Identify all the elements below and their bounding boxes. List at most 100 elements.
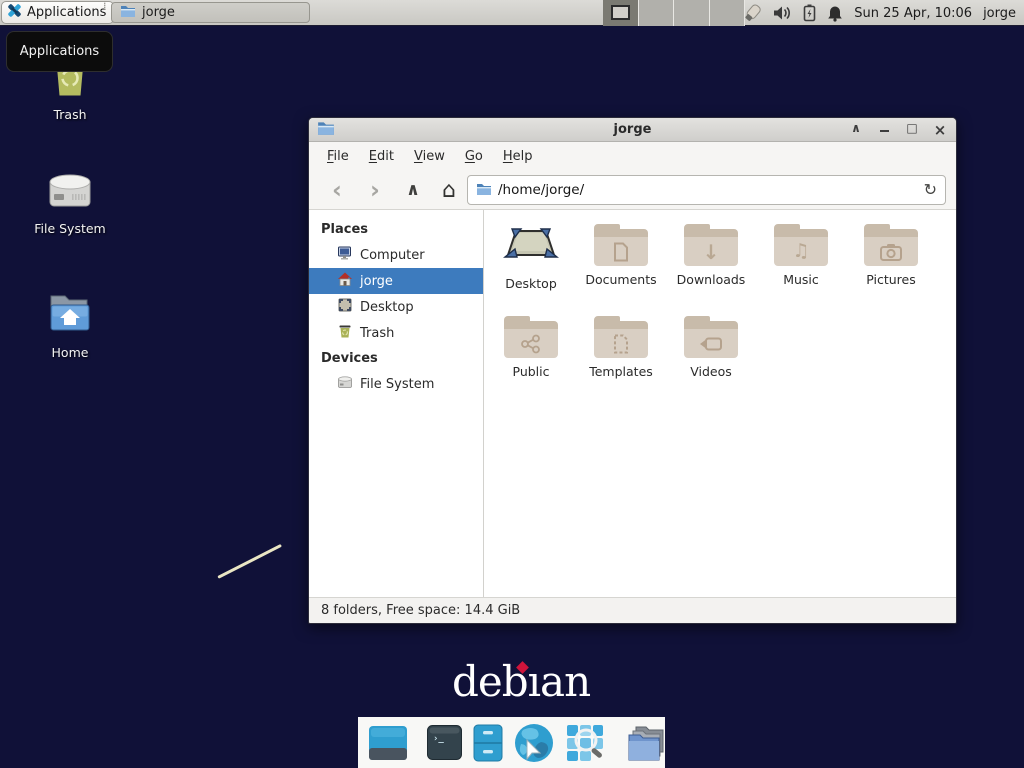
file-item-label: Music: [783, 272, 819, 287]
toolbar: ‹ › ∧ ⌂ /home/jorge/ ↻: [309, 170, 956, 210]
home-button[interactable]: ⌂: [434, 170, 464, 210]
menu-file[interactable]: File: [317, 145, 359, 168]
sidebar-item-trash[interactable]: Trash: [309, 320, 483, 346]
taskbar-window-button[interactable]: jorge: [111, 2, 310, 23]
web-browser-launcher[interactable]: [513, 722, 555, 764]
workspace-1[interactable]: [603, 0, 639, 26]
file-manager-window: jorge ∧ □ × File Edit View Go Help ‹ › ∧…: [308, 117, 957, 624]
sidebar-item-label: Desktop: [360, 300, 414, 315]
workspace-2[interactable]: [639, 0, 675, 26]
up-button[interactable]: ∧: [398, 170, 428, 210]
username-indicator[interactable]: jorge: [983, 6, 1016, 21]
volume-icon[interactable]: [773, 5, 792, 21]
terminal-launcher[interactable]: ›_: [426, 724, 463, 761]
desktop-icon-label: Trash: [53, 107, 86, 122]
folder-templates-icon: [594, 316, 648, 358]
application-finder-launcher[interactable]: [564, 722, 606, 764]
home-folder-icon: [47, 290, 93, 340]
folder-music-icon: ♫: [774, 224, 828, 266]
folder-public-icon: [504, 316, 558, 358]
menu-view[interactable]: View: [404, 145, 455, 168]
menu-edit[interactable]: Edit: [359, 145, 404, 168]
file-item-label: Pictures: [866, 272, 916, 287]
folder-pictures-icon: [864, 224, 918, 266]
file-item-label: Documents: [585, 272, 656, 287]
sidebar-item-label: Trash: [360, 326, 394, 341]
workspace-switcher: [603, 0, 745, 26]
file-item-music[interactable]: ♫ Music: [756, 224, 846, 316]
location-bar[interactable]: /home/jorge/ ↻: [467, 175, 946, 205]
file-item-templates[interactable]: Templates: [576, 316, 666, 408]
sidebar-item-label: jorge: [360, 274, 393, 289]
file-item-downloads[interactable]: ↓ Downloads: [666, 224, 756, 316]
status-text: 8 folders, Free space: 14.4 GiB: [321, 603, 520, 618]
trash-icon: [337, 323, 353, 343]
debian-logo: debıan: [452, 660, 592, 708]
file-item-label: Videos: [690, 364, 732, 379]
hard-drive-icon: [46, 170, 94, 216]
sidebar-item-label: File System: [360, 377, 434, 392]
file-item-pictures[interactable]: Pictures: [846, 224, 936, 316]
sidebar-item-file-system[interactable]: File System: [309, 371, 483, 397]
desktop-icon-home[interactable]: Home: [15, 290, 125, 360]
maximize-button[interactable]: □: [904, 121, 920, 139]
minimize-button[interactable]: [876, 121, 892, 139]
location-path[interactable]: /home/jorge/: [498, 182, 584, 198]
desktop-pencil-stroke: [217, 544, 282, 579]
svg-text:›_: ›_: [433, 734, 444, 744]
panel-handle[interactable]: ⁞: [103, 4, 107, 10]
home-icon: [337, 271, 353, 291]
forward-button[interactable]: ›: [360, 170, 390, 210]
taskbar-window-label: jorge: [142, 5, 175, 20]
folder-icon: [120, 4, 136, 22]
desktop-icon: [337, 297, 353, 317]
shade-button[interactable]: ∧: [848, 121, 864, 139]
menu-go[interactable]: Go: [455, 145, 493, 168]
close-button[interactable]: ×: [932, 121, 948, 139]
file-manager-launcher[interactable]: [472, 723, 504, 763]
sidebar-item-label: Computer: [360, 248, 425, 263]
window-titlebar[interactable]: jorge ∧ □ ×: [309, 118, 956, 142]
folder-downloads-icon: ↓: [684, 224, 738, 266]
path-folder-icon: [476, 181, 492, 200]
top-panel: Applications ⁞ jorge: [0, 0, 1024, 26]
desktop-icon-file-system[interactable]: File System: [15, 170, 125, 236]
menu-help[interactable]: Help: [493, 145, 543, 168]
show-desktop-button[interactable]: [368, 723, 408, 763]
file-item-videos[interactable]: Videos: [666, 316, 756, 408]
applications-menu-label: Applications: [27, 5, 106, 20]
menu-bar: File Edit View Go Help: [309, 142, 956, 170]
file-item-desktop[interactable]: Desktop: [486, 224, 576, 316]
file-icon-view[interactable]: Desktop Documents ↓ Downloads: [484, 210, 956, 597]
computer-icon: [337, 245, 353, 265]
file-item-public[interactable]: Public: [486, 316, 576, 408]
sidebar-item-computer[interactable]: Computer: [309, 242, 483, 268]
sidebar-item-jorge[interactable]: jorge: [309, 268, 483, 294]
workspace-3[interactable]: [674, 0, 710, 26]
sidebar-item-desktop[interactable]: Desktop: [309, 294, 483, 320]
bottom-dock: ›_: [358, 717, 665, 768]
workspace-4[interactable]: [710, 0, 746, 26]
sidebar: Places Computer: [309, 210, 484, 597]
battery-icon[interactable]: [803, 4, 816, 22]
file-item-label: Public: [513, 364, 550, 379]
desktop-special-icon: [503, 224, 559, 270]
back-button[interactable]: ‹: [322, 170, 352, 210]
desktop-icon-label: Home: [52, 345, 89, 360]
desktop-icon-label: File System: [34, 221, 106, 236]
reload-icon[interactable]: ↻: [924, 180, 937, 199]
xfce-applications-icon: [6, 2, 23, 23]
applications-menu-button[interactable]: Applications: [1, 1, 114, 24]
clock[interactable]: Sun 25 Apr, 10:06: [854, 6, 972, 21]
notification-bell-icon[interactable]: [827, 5, 843, 22]
directory-menu-launcher[interactable]: [624, 723, 668, 763]
file-item-documents[interactable]: Documents: [576, 224, 666, 316]
mouse-tray-icon[interactable]: [742, 3, 762, 23]
file-item-label: Desktop: [505, 276, 557, 291]
file-item-label: Templates: [589, 364, 653, 379]
hard-drive-icon: [337, 374, 353, 394]
workspace-window-outline: [611, 5, 630, 20]
system-tray: Sun 25 Apr, 10:06 jorge: [742, 0, 1024, 26]
sidebar-devices-header: Devices: [309, 346, 483, 371]
file-item-label: Downloads: [677, 272, 746, 287]
